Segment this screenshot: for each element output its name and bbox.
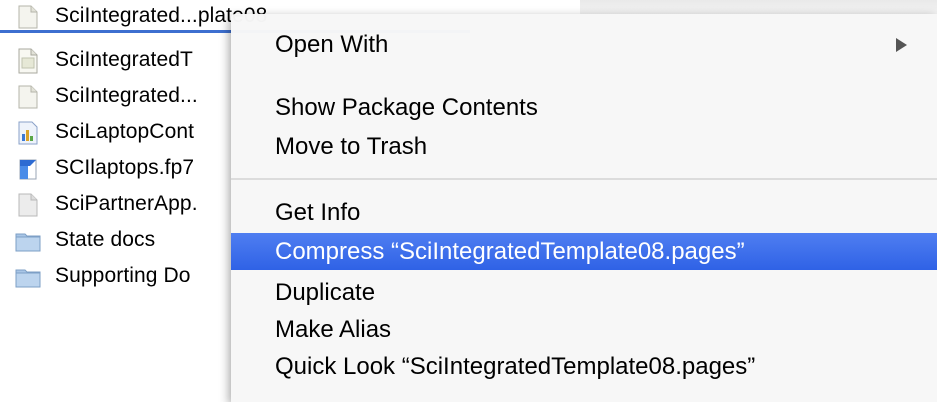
filemaker-document-icon [14,157,42,181]
menu-item-get-info[interactable]: Get Info [231,194,937,231]
menu-item-label: Show Package Contents [275,94,538,121]
menu-item-duplicate[interactable]: Duplicate [231,274,937,311]
menu-item-show-package-contents[interactable]: Show Package Contents [231,89,937,126]
finder-window: SciIntegrated...plate08 SciIntegratedT S [0,0,937,402]
menu-item-label: Get Info [275,199,361,226]
file-name: Supporting Do [55,264,191,287]
menu-separator [231,178,937,180]
menu-item-compress[interactable]: Compress “SciIntegratedTemplate08.pages” [231,233,937,270]
menu-item-make-alias[interactable]: Make Alias [231,311,937,348]
pages-document-icon [14,85,42,109]
submenu-arrow-icon [896,38,907,52]
folder-icon [14,265,42,289]
context-menu: Open With Show Package Contents Move to … [231,14,937,402]
pages-document-icon [14,48,42,74]
generic-document-icon [14,193,42,217]
pages-document-icon [14,5,42,29]
menu-item-quick-look[interactable]: Quick Look “SciIntegratedTemplate08.page… [231,348,937,385]
menu-item-label: Compress “SciIntegratedTemplate08.pages” [275,238,745,265]
file-name: SciIntegratedT [55,48,193,71]
menu-item-move-to-trash[interactable]: Move to Trash [231,128,937,165]
menu-item-label: Quick Look “SciIntegratedTemplate08.page… [275,353,756,380]
menu-item-label: Open With [275,31,389,58]
file-name: SciPartnerApp. [55,192,198,215]
file-name: SciIntegrated... [55,84,198,107]
chart-document-icon [14,121,42,145]
menu-item-label: Duplicate [275,279,376,306]
file-name: SciLaptopCont [55,120,195,143]
file-name: SCIlaptops.fp7 [55,156,195,179]
menu-item-label: Move to Trash [275,133,428,160]
menu-item-label: Make Alias [275,316,392,343]
file-name: State docs [55,228,156,251]
menu-item-open-with[interactable]: Open With [231,26,937,63]
folder-icon [14,229,42,253]
